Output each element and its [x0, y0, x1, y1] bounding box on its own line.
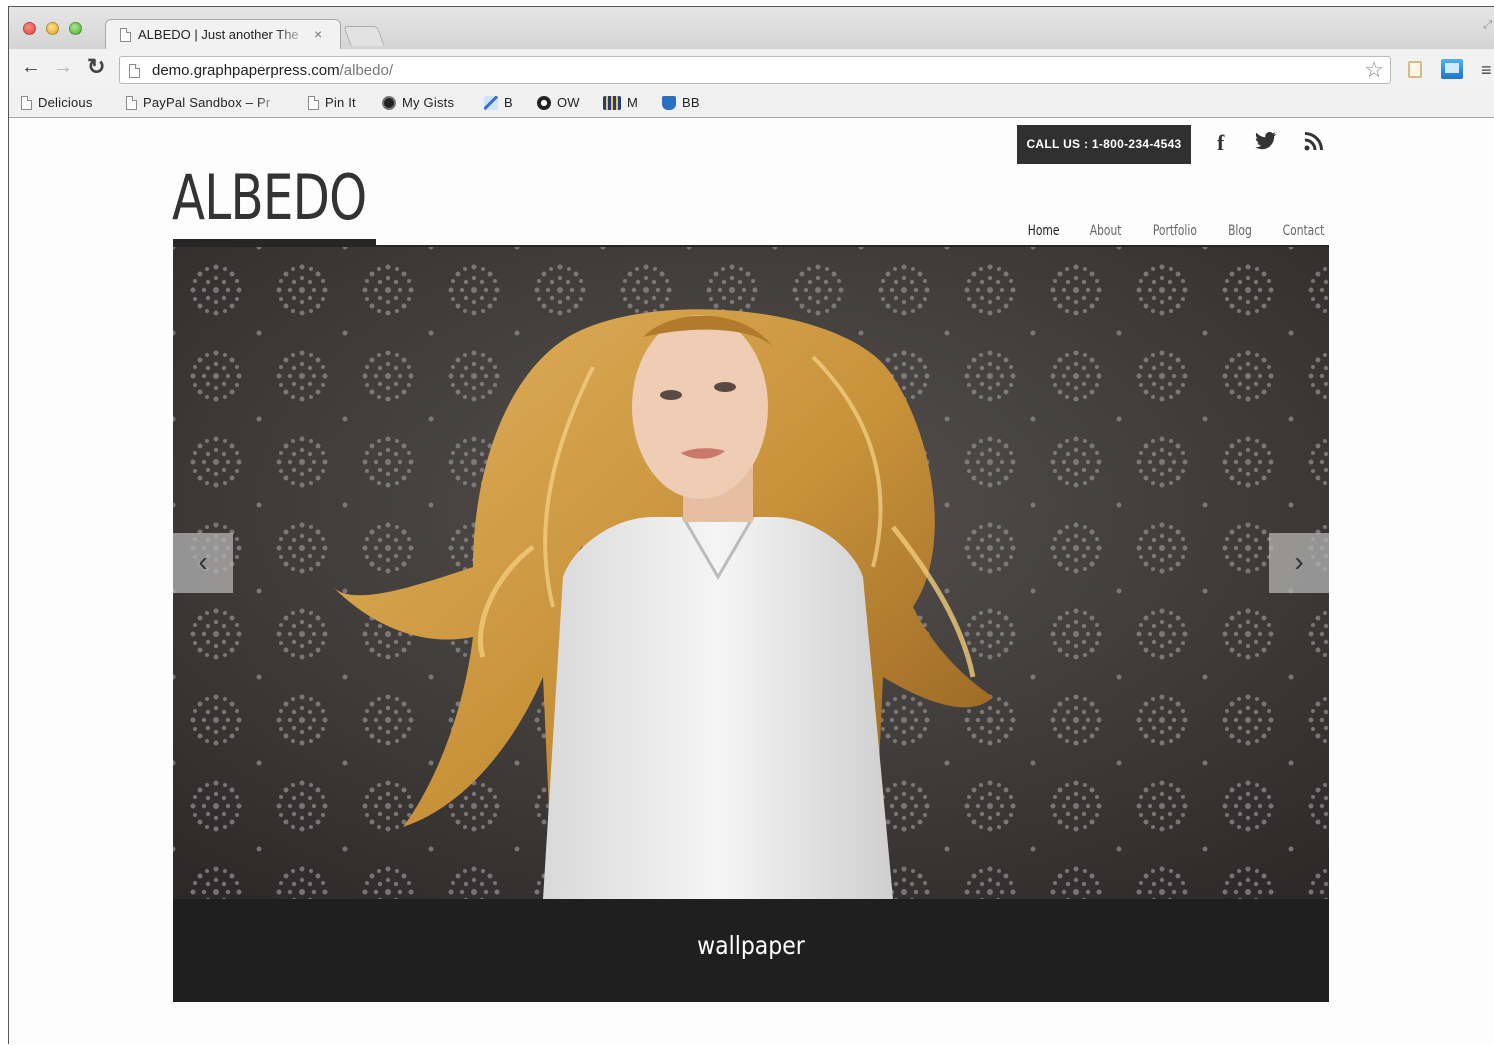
bookmark-label: M — [627, 95, 639, 110]
twitter-icon[interactable] — [1255, 131, 1277, 157]
browser-tab[interactable]: ALBEDO | Just another The × — [105, 19, 341, 49]
site-logo[interactable]: ALBEDO — [172, 165, 367, 231]
url-path: /albedo/ — [339, 62, 393, 79]
bookmarks-bar: Delicious PayPal Sandbox – Pr Pin It My … — [9, 87, 1494, 118]
reload-icon[interactable]: ↻ — [87, 56, 105, 78]
tab-close-icon[interactable]: × — [314, 26, 322, 42]
slider-prev-arrow[interactable]: ‹ — [173, 533, 233, 593]
rss-icon[interactable] — [1304, 131, 1324, 157]
github-icon — [382, 95, 396, 110]
bookmark-label: BB — [682, 95, 700, 110]
browser-toolbar: ← → ↻ demo.graphpaperpress.com/albedo/ ☆ — [9, 49, 1494, 87]
bookmark-b[interactable]: B — [484, 95, 513, 110]
bookmark-label: Delicious — [38, 95, 93, 110]
slide-caption[interactable]: wallpaper — [242, 931, 1259, 960]
nav-portfolio[interactable]: Portfolio — [1153, 223, 1197, 239]
cup-icon — [662, 95, 676, 110]
call-us-badge[interactable]: CALL US : 1-800-234-4543 — [1017, 125, 1191, 164]
menu-icon[interactable]: ≡ — [1481, 60, 1492, 81]
url-host: demo.graphpaperpress.com — [152, 62, 340, 79]
minimize-window-button[interactable] — [46, 22, 59, 35]
document-icon — [126, 95, 137, 110]
nav-about[interactable]: About — [1090, 223, 1122, 239]
tab-strip: ALBEDO | Just another The × ⤢ — [9, 7, 1494, 49]
nav-home[interactable]: Home — [1028, 223, 1060, 239]
slide-caption-bar: wallpaper — [173, 899, 1329, 1002]
page-icon — [129, 64, 140, 78]
tab-title: ALBEDO | Just another The — [138, 27, 299, 42]
ow-icon — [537, 95, 551, 110]
slider-next-arrow[interactable]: › — [1269, 533, 1329, 593]
web-page: CALL US : 1-800-234-4543 f ALBEDO Home A… — [9, 119, 1494, 1045]
extension-icon[interactable] — [1408, 61, 1422, 78]
bookmark-star-icon[interactable]: ☆ — [1364, 58, 1384, 82]
url-text[interactable]: demo.graphpaperpress.com/albedo/ — [152, 62, 393, 79]
bookmark-label: B — [504, 95, 513, 110]
bookmark-delicious[interactable]: Delicious — [21, 95, 93, 110]
bookmark-bb[interactable]: BB — [662, 95, 700, 110]
nav-blog[interactable]: Blog — [1228, 223, 1252, 239]
bookmark-label: OW — [557, 95, 580, 110]
main-navigation: Home About Portfolio Blog Contact — [1025, 223, 1328, 239]
image-slider: ‹ › wallpaper — [173, 247, 1329, 1002]
bookmark-my-gists[interactable]: My Gists — [382, 95, 454, 110]
fullscreen-icon[interactable]: ⤢ — [1483, 19, 1492, 32]
nav-contact[interactable]: Contact — [1283, 223, 1325, 239]
slide-photo — [173, 247, 1329, 899]
address-bar[interactable]: demo.graphpaperpress.com/albedo/ ☆ — [119, 56, 1391, 84]
document-icon — [21, 95, 32, 110]
bookmark-ow[interactable]: OW — [537, 95, 580, 110]
screenshot-extension-icon[interactable] — [1441, 59, 1463, 79]
new-tab-button[interactable] — [343, 26, 385, 46]
browser-window: ALBEDO | Just another The × ⤢ ← → ↻ demo… — [8, 6, 1494, 1045]
forward-arrow-icon[interactable]: → — [53, 57, 73, 77]
facebook-icon[interactable]: f — [1217, 131, 1224, 155]
bookmark-pin-it[interactable]: Pin It — [308, 95, 356, 110]
page-icon — [120, 28, 131, 42]
document-icon — [308, 95, 319, 110]
back-arrow-icon[interactable]: ← — [21, 57, 41, 77]
bookmark-label: Pin It — [325, 95, 356, 110]
bookmark-paypal[interactable]: PayPal Sandbox – Pr — [126, 95, 281, 110]
bars-icon — [603, 95, 621, 110]
chart-icon — [484, 95, 498, 110]
bookmark-m[interactable]: M — [603, 95, 638, 110]
bookmark-label: PayPal Sandbox – Pr — [143, 95, 271, 110]
close-window-button[interactable] — [23, 22, 36, 35]
bookmark-label: My Gists — [402, 95, 455, 110]
zoom-window-button[interactable] — [69, 22, 82, 35]
